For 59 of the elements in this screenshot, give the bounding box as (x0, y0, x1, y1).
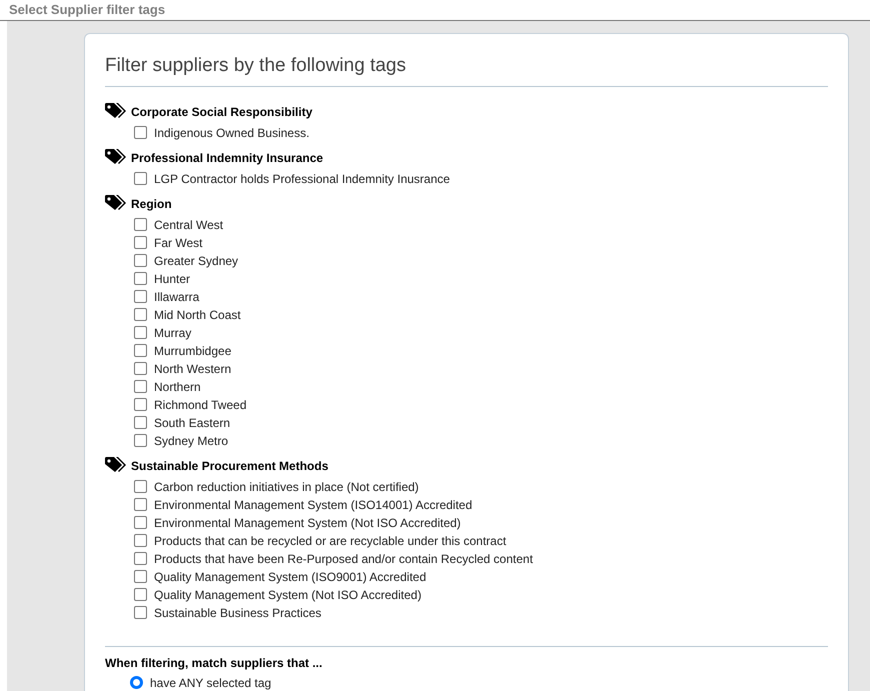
match-heading: When filtering, match suppliers that ... (105, 654, 324, 672)
checkbox[interactable] (134, 570, 147, 583)
checkbox-label: Indigenous Owned Business. (154, 124, 310, 142)
checkbox-label: Illawarra (154, 288, 200, 306)
group-heading: Region (131, 196, 172, 212)
checkbox-label: South Eastern (154, 414, 230, 432)
checkbox[interactable] (134, 434, 147, 447)
checkbox-label: Greater Sydney (154, 252, 238, 270)
checkbox-label: Products that have been Re-Purposed and/or contain Recycled content (154, 550, 533, 568)
checkbox[interactable] (134, 254, 147, 267)
checkbox[interactable] (134, 588, 147, 601)
checkbox[interactable] (134, 290, 147, 303)
checkbox-label: Environmental Management System (Not ISO Accredited) (154, 514, 461, 532)
checkbox[interactable] (134, 480, 147, 493)
checkbox[interactable] (134, 272, 147, 285)
checkbox-label: Central West (154, 216, 224, 234)
checkbox-label: Hunter (154, 270, 190, 288)
checkbox[interactable] (134, 552, 147, 565)
checkbox[interactable] (134, 126, 147, 139)
tags-icon (105, 195, 129, 212)
page-title: Select Supplier filter tags (9, 1, 166, 19)
group-heading: Sustainable Procurement Methods (131, 458, 328, 474)
checkbox-label: Mid North Coast (154, 306, 241, 324)
checkbox-label: Murrumbidgee (154, 342, 232, 360)
checkbox-label: LGP Contractor holds Professional Indemnity Inusrance (154, 170, 450, 188)
checkbox-label: Far West (154, 234, 202, 252)
checkbox-label: Sydney Metro (154, 432, 228, 450)
checkbox[interactable] (134, 362, 147, 375)
checkbox-label: Northern (154, 378, 201, 396)
checkbox-label: Quality Management System (ISO9001) Accredited (154, 568, 426, 586)
group-heading: Corporate Social Responsibility (131, 104, 312, 120)
checkbox[interactable] (134, 236, 147, 249)
checkbox[interactable] (134, 416, 147, 429)
checkbox-label: Murray (154, 324, 192, 342)
checkbox[interactable] (134, 218, 147, 231)
checkbox[interactable] (134, 344, 147, 357)
checkbox[interactable] (134, 380, 147, 393)
group-heading: Professional Indemnity Insurance (131, 150, 324, 166)
checkbox[interactable] (134, 172, 147, 185)
checkbox[interactable] (134, 498, 147, 511)
checkbox[interactable] (134, 308, 147, 321)
checkbox[interactable] (134, 398, 147, 411)
checkbox-label: Carbon reduction initiatives in place (Not certified) (154, 478, 419, 496)
card-title: Filter suppliers by the following tags (105, 54, 407, 78)
radio-label: have ANY selected tag (150, 674, 272, 691)
tags-icon (105, 457, 129, 474)
tags-icon (105, 149, 129, 166)
checkbox-label: North Western (154, 360, 232, 378)
checkbox[interactable] (134, 516, 147, 529)
checkbox-label: Sustainable Business Practices (154, 604, 322, 622)
checkbox-label: Products that can be recycled or are recyclable under this contract (154, 532, 506, 550)
checkbox[interactable] (134, 534, 147, 547)
checkbox-label: Quality Management System (Not ISO Accredited) (154, 586, 422, 604)
checkbox-label: Richmond Tweed (154, 396, 246, 414)
radio-button[interactable] (130, 676, 143, 689)
tags-icon (105, 103, 129, 120)
checkbox-label: Environmental Management System (ISO14001) Accredited (154, 496, 472, 514)
checkbox[interactable] (134, 326, 147, 339)
checkbox[interactable] (134, 606, 147, 619)
